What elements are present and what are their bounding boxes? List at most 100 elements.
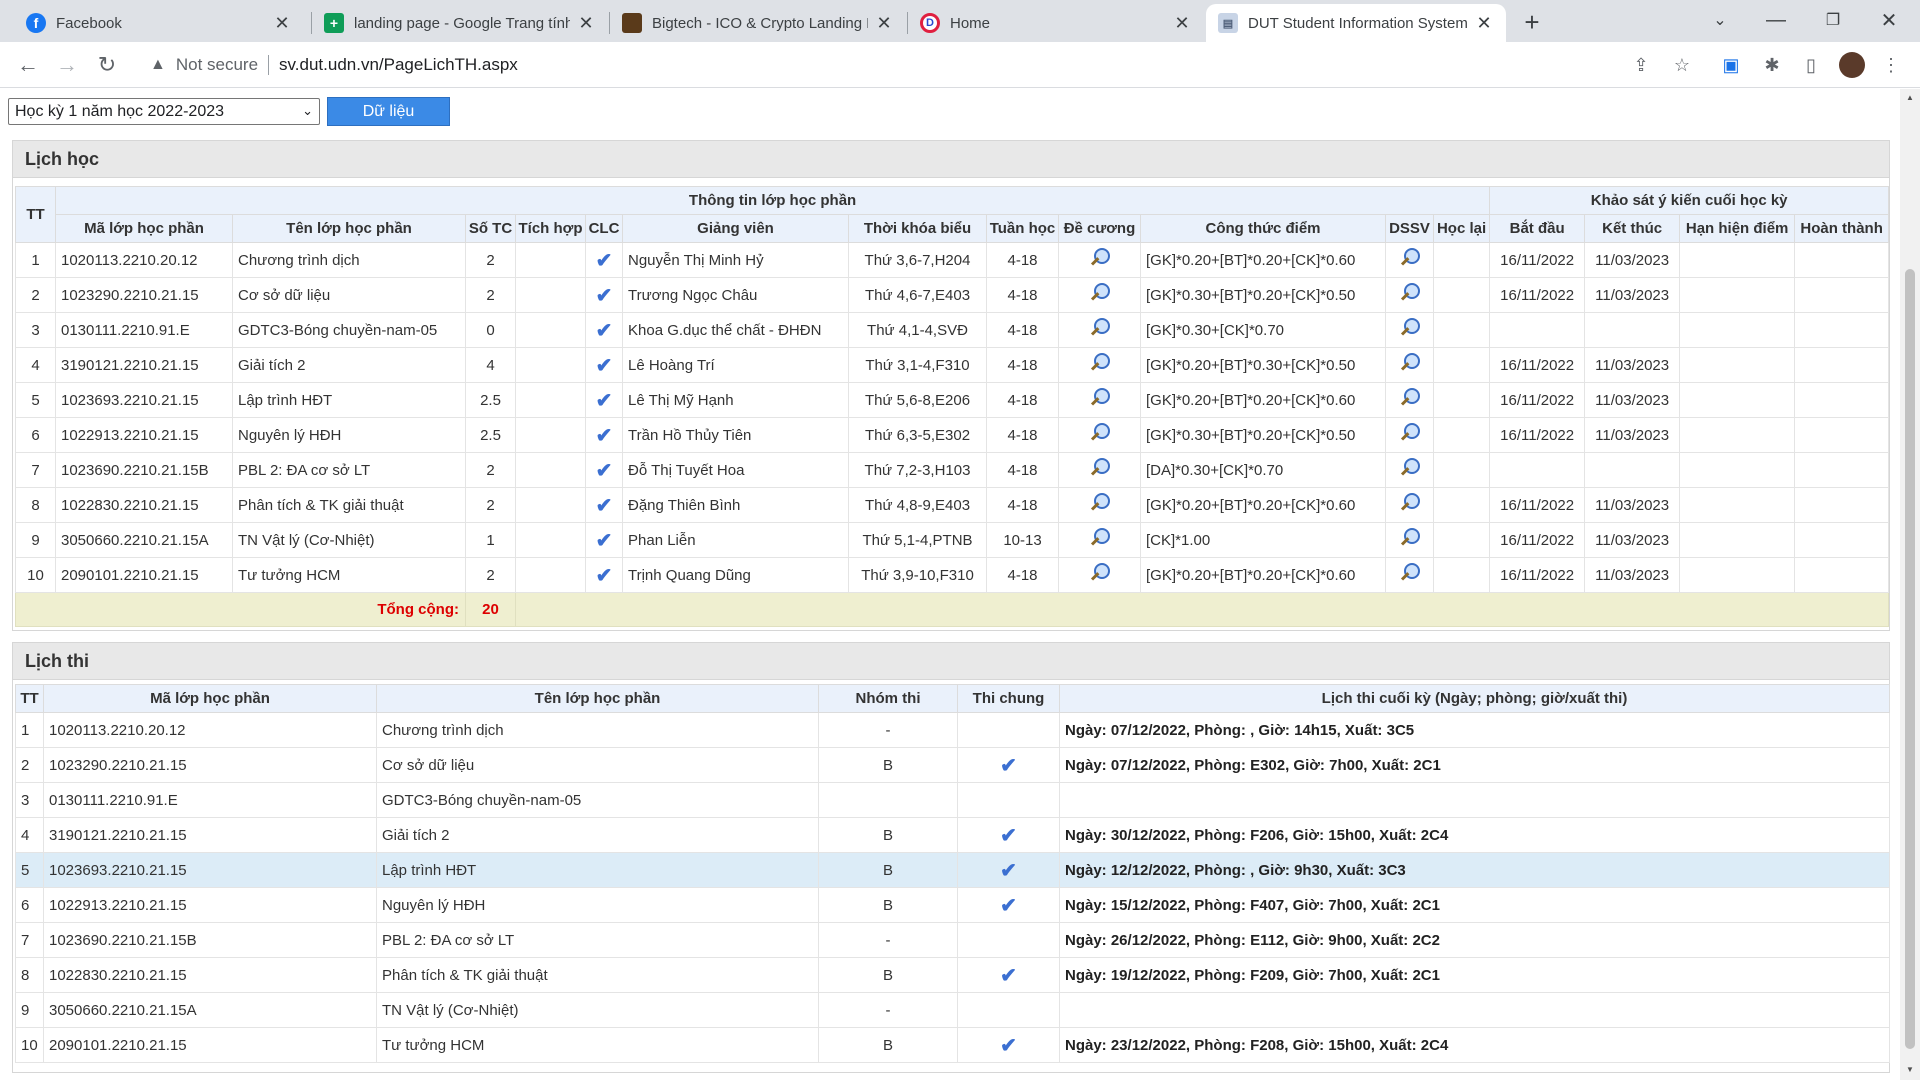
row-index: 9 [15, 522, 56, 558]
syllabus-cell[interactable] [1058, 382, 1141, 418]
tab-facebook[interactable]: f Facebook ✕ [14, 4, 304, 42]
side-panel-icon[interactable]: ▯ [1798, 52, 1824, 78]
magnifier-icon[interactable] [1400, 388, 1420, 408]
checkmark-icon: ✔ [595, 284, 613, 307]
restore-icon[interactable]: ❐ [1810, 4, 1856, 36]
tab-search-icon[interactable]: ⌄ [1697, 4, 1743, 36]
syllabus-cell[interactable] [1058, 452, 1141, 488]
survey-end: 11/03/2023 [1584, 487, 1681, 523]
url-text[interactable]: sv.dut.udn.vn/PageLichTH.aspx [279, 55, 518, 75]
credits: 0 [465, 312, 516, 348]
address-bar[interactable]: ▲ Not secure sv.dut.udn.vn/PageLichTH.as… [138, 48, 1678, 82]
tab-title: Bigtech - ICO & Crypto Landing P [652, 14, 868, 32]
student-list-cell[interactable] [1385, 557, 1434, 593]
student-list-cell[interactable] [1385, 347, 1434, 383]
survey-end: 11/03/2023 [1584, 417, 1681, 453]
student-list-cell[interactable] [1385, 487, 1434, 523]
magnifier-icon[interactable] [1090, 318, 1110, 338]
magnifier-icon[interactable] [1090, 248, 1110, 268]
tab-google-sheets[interactable]: + landing page - Google Trang tính ✕ [312, 4, 608, 42]
magnifier-icon[interactable] [1090, 353, 1110, 373]
class-code: 3190121.2210.21.15 [55, 347, 233, 383]
syllabus-cell[interactable] [1058, 347, 1141, 383]
student-list-cell[interactable] [1385, 242, 1434, 278]
student-list-cell[interactable] [1385, 312, 1434, 348]
magnifier-icon[interactable] [1400, 493, 1420, 513]
data-button[interactable]: Dữ liệu [327, 97, 450, 126]
menu-kebab-icon[interactable]: ⋮ [1878, 52, 1904, 78]
timetable: Thứ 4,6-7,E403 [848, 277, 987, 313]
minimize-icon[interactable]: — [1753, 4, 1799, 36]
magnifier-icon[interactable] [1400, 353, 1420, 373]
back-icon[interactable]: ← [13, 50, 43, 80]
extensions-icon[interactable]: ✱ [1759, 52, 1785, 78]
credits: 2.5 [465, 417, 516, 453]
magnifier-icon[interactable] [1090, 423, 1110, 443]
syllabus-cell[interactable] [1058, 417, 1141, 453]
magnifier-icon[interactable] [1400, 423, 1420, 443]
magnifier-icon[interactable] [1090, 493, 1110, 513]
student-list-cell[interactable] [1385, 417, 1434, 453]
share-icon[interactable]: ⇪ [1628, 52, 1654, 78]
magnifier-icon[interactable] [1400, 283, 1420, 303]
magnifier-icon[interactable] [1400, 318, 1420, 338]
syllabus-cell[interactable] [1058, 312, 1141, 348]
reload-icon[interactable]: ↻ [92, 50, 122, 80]
scroll-up-icon[interactable]: ▲ [1905, 93, 1915, 103]
close-icon[interactable]: ✕ [874, 13, 894, 33]
magnifier-icon[interactable] [1400, 248, 1420, 268]
common-exam-cell: ✔ [957, 957, 1060, 993]
page-scrollbar[interactable]: ▲ ▼ [1900, 89, 1920, 1080]
sheets-icon: + [324, 13, 344, 33]
magnifier-icon[interactable] [1090, 528, 1110, 548]
warning-icon[interactable]: ▲ [150, 56, 166, 74]
timetable: Thứ 3,6-7,H204 [848, 242, 987, 278]
syllabus-cell[interactable] [1058, 277, 1141, 313]
class-name: Lập trình HĐT [232, 382, 466, 418]
timetable: Thứ 7,2-3,H103 [848, 452, 987, 488]
student-list-cell[interactable] [1385, 382, 1434, 418]
timetable: Thứ 5,6-8,E206 [848, 382, 987, 418]
class-name: Nguyên lý HĐH [376, 887, 819, 923]
completed-cell [1794, 312, 1890, 348]
bookmark-star-icon[interactable]: ☆ [1669, 52, 1695, 78]
weeks: 4-18 [986, 277, 1059, 313]
magnifier-icon[interactable] [1400, 528, 1420, 548]
row-index: 1 [15, 242, 56, 278]
magnifier-icon[interactable] [1400, 458, 1420, 478]
syllabus-cell[interactable] [1058, 242, 1141, 278]
tab-home[interactable]: D Home ✕ [908, 4, 1204, 42]
syllabus-cell[interactable] [1058, 522, 1141, 558]
close-icon[interactable]: ✕ [1474, 13, 1494, 33]
close-icon[interactable]: ✕ [272, 13, 292, 33]
tab-bigtech[interactable]: Bigtech - ICO & Crypto Landing P ✕ [610, 4, 906, 42]
new-tab-icon[interactable]: + [1518, 7, 1546, 37]
scroll-thumb[interactable] [1905, 269, 1915, 1049]
magnifier-icon[interactable] [1090, 563, 1110, 583]
translate-icon[interactable]: ▣ [1718, 52, 1744, 78]
tab-dut-active[interactable]: ▤ DUT Student Information System ✕ [1206, 4, 1506, 42]
syllabus-cell[interactable] [1058, 557, 1141, 593]
profile-avatar-icon[interactable] [1839, 52, 1865, 78]
col-header: Hoàn thành [1794, 214, 1890, 243]
teacher: Lê Hoàng Trí [622, 347, 849, 383]
magnifier-icon[interactable] [1090, 388, 1110, 408]
student-list-cell[interactable] [1385, 522, 1434, 558]
magnifier-icon[interactable] [1090, 458, 1110, 478]
common-exam-cell [957, 782, 1060, 818]
magnifier-icon[interactable] [1400, 563, 1420, 583]
survey-end: 11/03/2023 [1584, 522, 1681, 558]
close-icon[interactable]: ✕ [1172, 13, 1192, 33]
close-icon[interactable]: ✕ [576, 13, 596, 33]
window-close-icon[interactable]: ✕ [1866, 4, 1912, 36]
retake-cell [1432, 522, 1491, 558]
forward-icon[interactable]: → [52, 50, 82, 80]
table-row: 8 1022830.2210.21.15 Phân tích & TK giải t… [15, 957, 1890, 993]
scroll-down-icon[interactable]: ▼ [1905, 1065, 1915, 1075]
syllabus-cell[interactable] [1058, 487, 1141, 523]
class-code: 3050660.2210.21.15A [55, 522, 233, 558]
semester-select[interactable]: Học kỳ 1 năm học 2022-2023 ⌄ [8, 98, 320, 125]
student-list-cell[interactable] [1385, 277, 1434, 313]
magnifier-icon[interactable] [1090, 283, 1110, 303]
student-list-cell[interactable] [1385, 452, 1434, 488]
